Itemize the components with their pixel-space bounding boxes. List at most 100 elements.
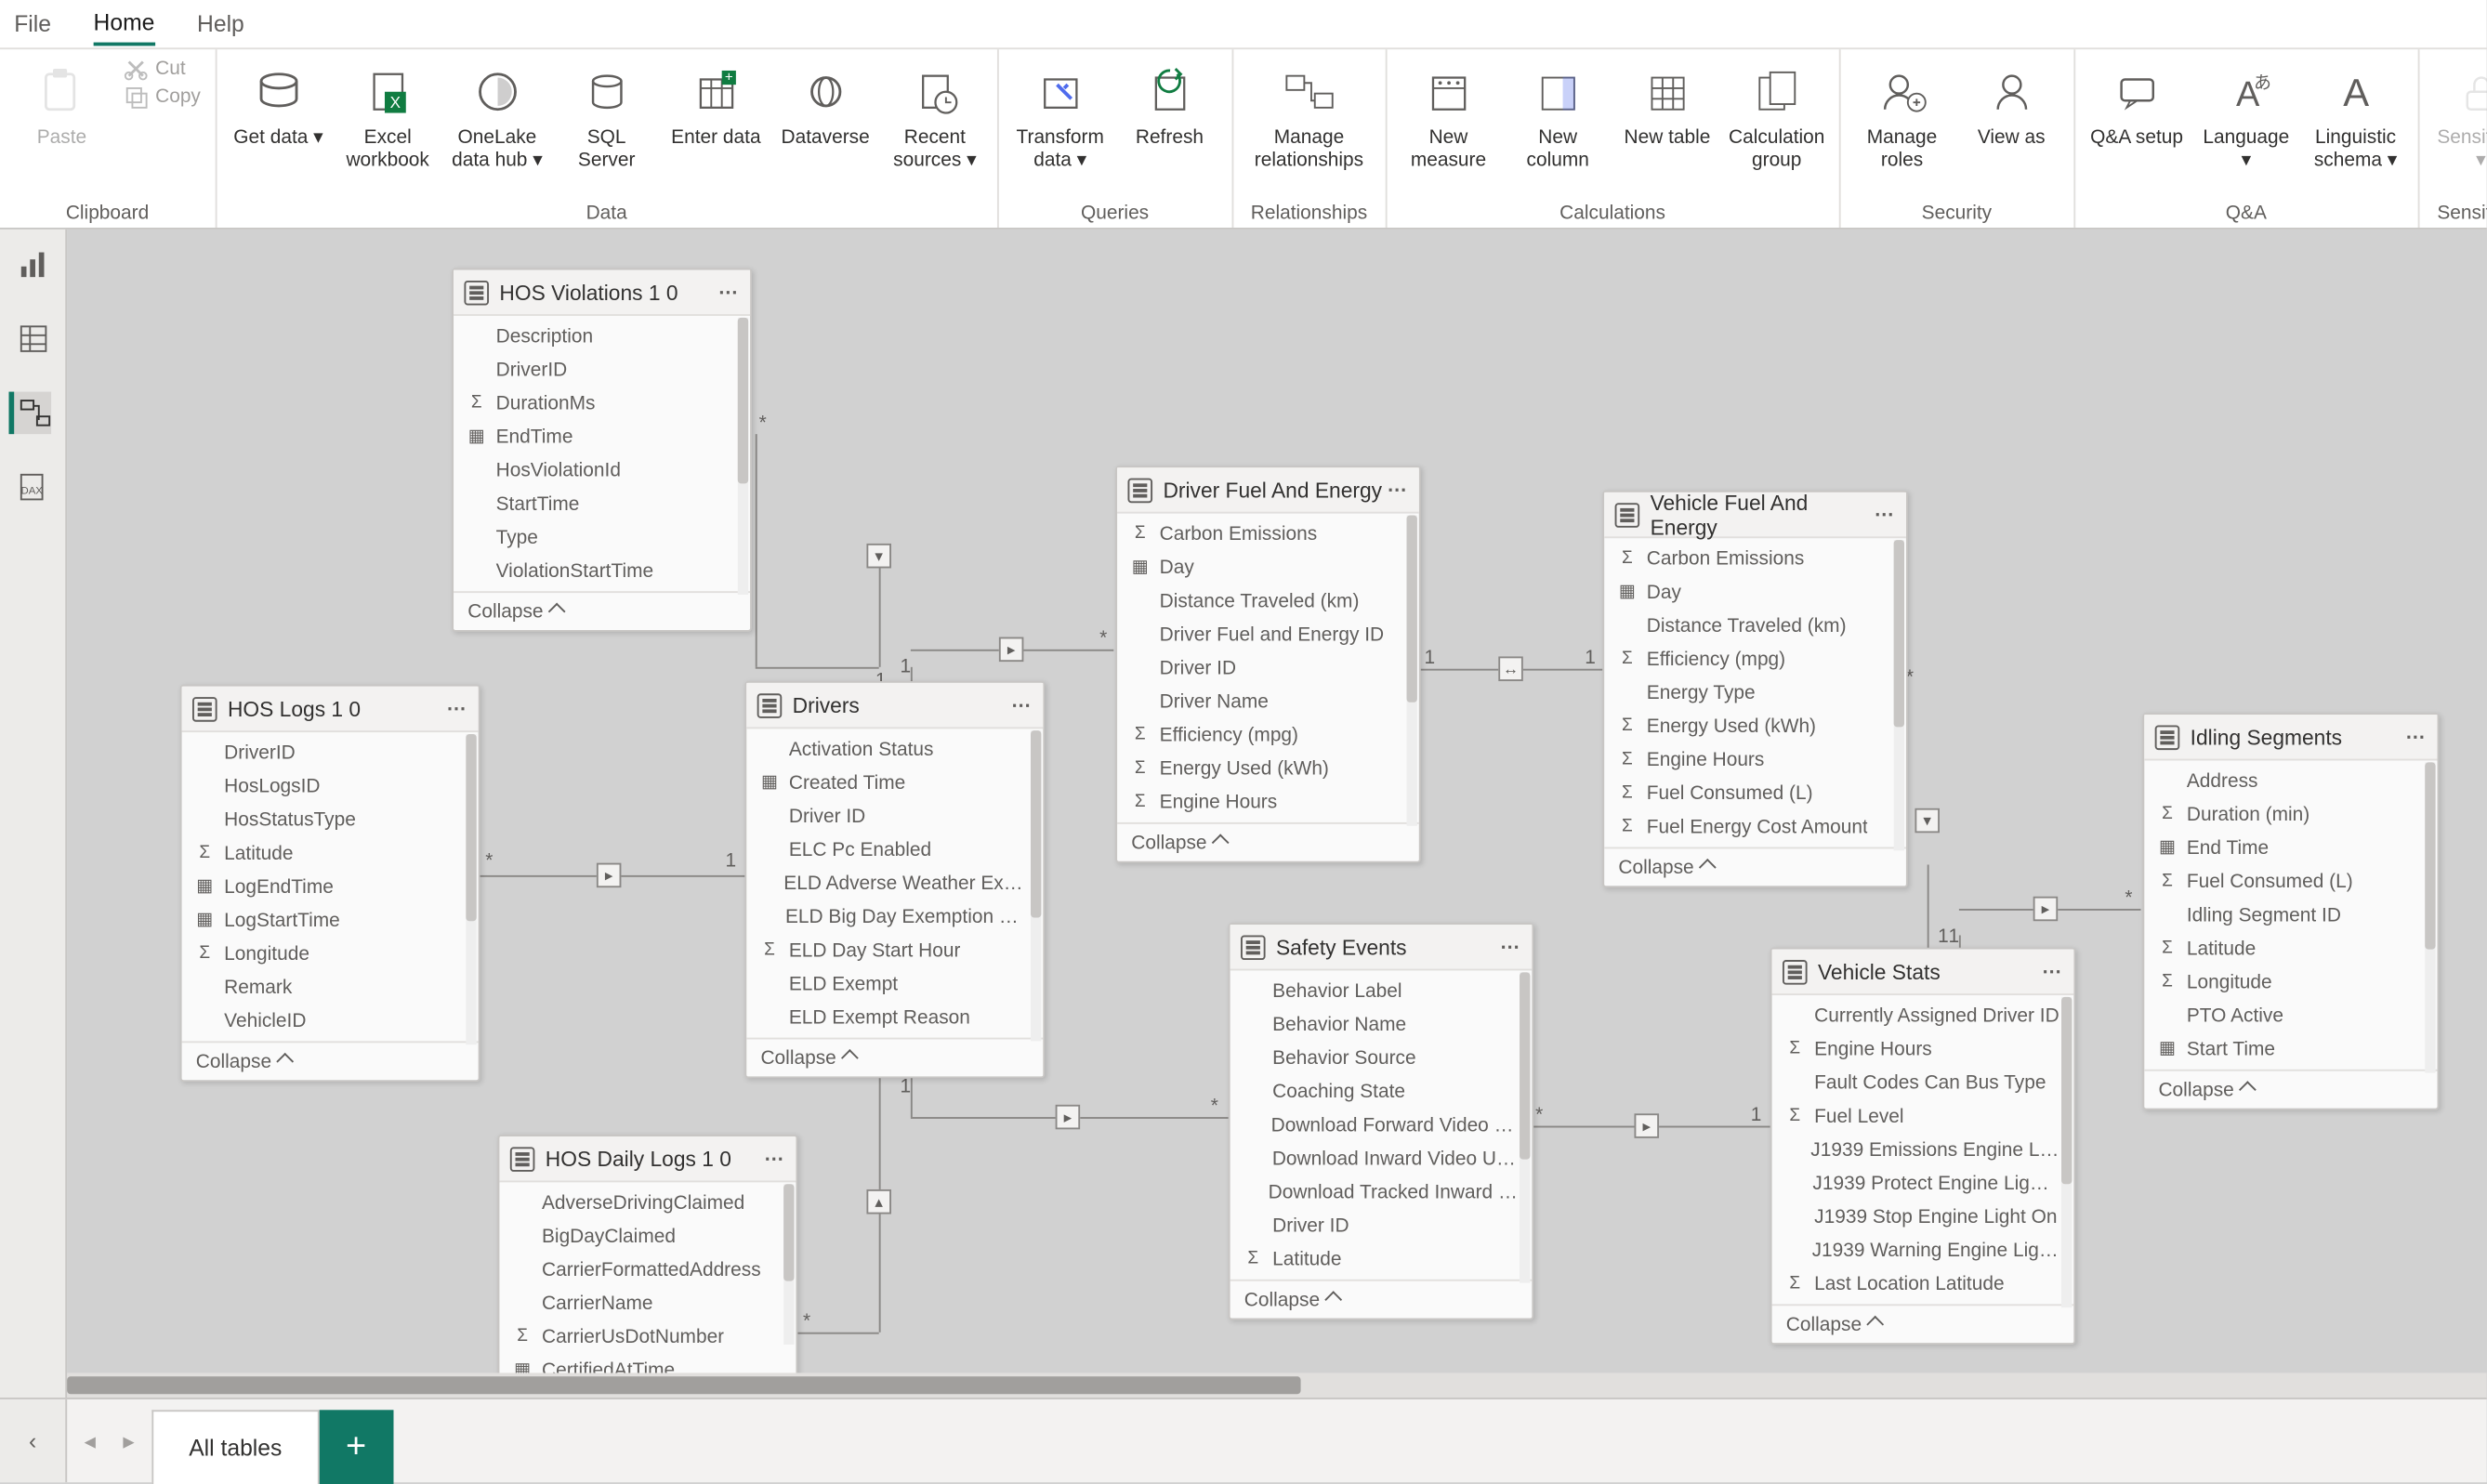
table-field[interactable]: DriverID bbox=[454, 353, 750, 387]
table-scrollbar[interactable] bbox=[1031, 730, 1041, 1041]
table-more-button[interactable]: ⋯ bbox=[446, 697, 467, 720]
table-scrollbar[interactable] bbox=[466, 734, 476, 1044]
table-field[interactable]: J1939 Emissions Engine Light On bbox=[1772, 1133, 2074, 1166]
table-field[interactable]: ▦ LogStartTime bbox=[182, 903, 479, 937]
table-field[interactable]: Σ Fuel Consumed (L) bbox=[1604, 777, 1906, 810]
table-scrollbar[interactable] bbox=[738, 318, 748, 595]
scrollbar-thumb[interactable] bbox=[2061, 997, 2072, 1184]
table-scrollbar[interactable] bbox=[1407, 516, 1417, 826]
excel-workbook-button[interactable]: XExcel workbook bbox=[340, 57, 436, 173]
page-prev-button[interactable]: ◂ bbox=[74, 1425, 106, 1456]
canvas-horizontal-scrollbar[interactable] bbox=[67, 1372, 2487, 1398]
table-field[interactable]: Σ Longitude bbox=[2144, 965, 2437, 999]
collapse-pane-button[interactable]: ‹ bbox=[0, 1399, 67, 1482]
table-field[interactable]: ELD Big Day Exemption Enabled bbox=[746, 900, 1043, 933]
collapse-button[interactable]: Collapse bbox=[746, 1038, 1043, 1077]
table-field[interactable]: Download Forward Video URL bbox=[1230, 1109, 1533, 1142]
table-field[interactable]: Σ Engine Hours bbox=[1117, 785, 1419, 819]
table-field[interactable]: Σ Engine Hours bbox=[1604, 742, 1906, 776]
table-field[interactable]: Driver ID bbox=[1230, 1209, 1533, 1242]
report-view-button[interactable] bbox=[11, 243, 54, 286]
table-field[interactable]: Σ Efficiency (mpg) bbox=[1604, 642, 1906, 676]
collapse-button[interactable]: Collapse bbox=[1772, 1304, 2074, 1343]
table-field[interactable]: Σ CarrierUsDotNumber bbox=[499, 1320, 796, 1353]
cut-button[interactable]: Cut bbox=[124, 57, 201, 82]
table-field[interactable]: ELD Exempt Reason bbox=[746, 1001, 1043, 1034]
table-field[interactable]: Download Inward Video URL bbox=[1230, 1142, 1533, 1175]
tab-home[interactable]: Home bbox=[94, 2, 155, 46]
table-idling-segments[interactable]: Idling Segments ⋯ Address Σ Duration (mi… bbox=[2142, 713, 2439, 1110]
view-as-button[interactable]: View as bbox=[1964, 57, 2059, 151]
table-more-button[interactable]: ⋯ bbox=[2042, 960, 2063, 983]
table-field[interactable]: J1939 Warning Engine Light On bbox=[1772, 1233, 2074, 1267]
dax-view-button[interactable]: DAX bbox=[11, 466, 54, 508]
table-field[interactable]: BigDayClaimed bbox=[499, 1219, 796, 1253]
table-scrollbar[interactable] bbox=[2061, 997, 2072, 1307]
scrollbar-thumb[interactable] bbox=[2425, 762, 2435, 949]
table-field[interactable]: Σ Carbon Emissions bbox=[1117, 517, 1419, 550]
manage-roles-button[interactable]: Manage roles bbox=[1854, 57, 1950, 173]
table-field[interactable]: Behavior Source bbox=[1230, 1041, 1533, 1074]
table-field[interactable]: Distance Traveled (km) bbox=[1604, 609, 1906, 642]
table-header[interactable]: HOS Violations 1 0 ⋯ bbox=[454, 270, 750, 316]
table-header[interactable]: Vehicle Fuel And Energy ⋯ bbox=[1604, 492, 1906, 538]
table-drivers[interactable]: Drivers ⋯ Activation Status ▦ Created Ti… bbox=[744, 681, 1045, 1078]
table-field[interactable]: Σ ELD Day Start Hour bbox=[746, 934, 1043, 967]
scrollbar-thumb[interactable] bbox=[738, 318, 748, 484]
table-field[interactable]: Description bbox=[454, 320, 750, 353]
table-hos-violations[interactable]: HOS Violations 1 0 ⋯ Description DriverI… bbox=[452, 269, 752, 632]
add-page-button[interactable]: + bbox=[319, 1410, 393, 1484]
table-field[interactable]: Σ Fuel Energy Cost Amount bbox=[1604, 810, 1906, 844]
linguistic-schema-button[interactable]: ALinguistic schema ▾ bbox=[2308, 57, 2403, 173]
tab-help[interactable]: Help bbox=[197, 4, 244, 45]
copy-button[interactable]: Copy bbox=[124, 85, 201, 110]
collapse-button[interactable]: Collapse bbox=[1117, 822, 1419, 861]
table-field[interactable]: ▦ End Time bbox=[2144, 831, 2437, 864]
table-field[interactable]: Driver ID bbox=[746, 799, 1043, 833]
collapse-button[interactable]: Collapse bbox=[1604, 847, 1906, 886]
table-more-button[interactable]: ⋯ bbox=[1875, 503, 1896, 526]
table-field[interactable]: Σ DurationMs bbox=[454, 387, 750, 420]
table-header[interactable]: Vehicle Stats ⋯ bbox=[1772, 950, 2074, 995]
table-field[interactable]: Σ Fuel Consumed (L) bbox=[2144, 865, 2437, 899]
sql-server-button[interactable]: SQL Server bbox=[559, 57, 654, 173]
table-driver-fuel[interactable]: Driver Fuel And Energy ⋯ Σ Carbon Emissi… bbox=[1115, 466, 1421, 862]
table-more-button[interactable]: ⋯ bbox=[718, 281, 740, 304]
onelake-button[interactable]: OneLake data hub ▾ bbox=[450, 57, 546, 173]
table-header[interactable]: HOS Logs 1 0 ⋯ bbox=[182, 687, 479, 732]
table-field[interactable]: Driver Fuel and Energy ID bbox=[1117, 618, 1419, 651]
table-field[interactable]: Driver ID bbox=[1117, 651, 1419, 685]
recent-sources-button[interactable]: Recent sources ▾ bbox=[888, 57, 983, 173]
table-field[interactable]: Fault Codes Can Bus Type bbox=[1772, 1066, 2074, 1099]
table-field[interactable]: ViolationStartTime bbox=[454, 554, 750, 587]
table-field[interactable]: ▦ Day bbox=[1604, 575, 1906, 609]
table-field[interactable]: ▦ Start Time bbox=[2144, 1032, 2437, 1066]
table-field[interactable]: Activation Status bbox=[746, 732, 1043, 766]
table-field[interactable]: Σ Carbon Emissions bbox=[1604, 542, 1906, 575]
table-safety-events[interactable]: Safety Events ⋯ Behavior Label Behavior … bbox=[1229, 923, 1534, 1320]
table-field[interactable]: PTO Active bbox=[2144, 999, 2437, 1032]
model-view-button[interactable] bbox=[8, 392, 51, 435]
table-hos-daily[interactable]: HOS Daily Logs 1 0 ⋯ AdverseDrivingClaim… bbox=[498, 1135, 798, 1382]
table-header[interactable]: Drivers ⋯ bbox=[746, 683, 1043, 729]
table-hos-logs[interactable]: HOS Logs 1 0 ⋯ DriverID HosLogsID HosSta… bbox=[180, 685, 480, 1082]
page-tab-all-tables[interactable]: All tables bbox=[151, 1410, 319, 1484]
table-field[interactable]: AdverseDrivingClaimed bbox=[499, 1186, 796, 1219]
new-table-button[interactable]: New table bbox=[1620, 57, 1716, 151]
table-field[interactable]: Σ Efficiency (mpg) bbox=[1117, 718, 1419, 752]
table-field[interactable]: Σ Latitude bbox=[182, 836, 479, 870]
table-field[interactable]: HosLogsID bbox=[182, 769, 479, 803]
calculation-group-button[interactable]: Calculation group bbox=[1729, 57, 1824, 173]
scrollbar-thumb[interactable] bbox=[1407, 516, 1417, 703]
table-field[interactable]: Σ Latitude bbox=[1230, 1242, 1533, 1276]
paste-button[interactable]: Paste bbox=[14, 57, 110, 151]
table-field[interactable]: Σ Longitude bbox=[182, 937, 479, 970]
transform-data-button[interactable]: Transform data ▾ bbox=[1012, 57, 1108, 173]
model-canvas[interactable]: ▾ * 1 ▸ * 1 ▸ 1 * ▸ 1 * ▴ * ↔ 1 1 ▸ * 1 bbox=[67, 230, 2487, 1398]
collapse-button[interactable]: Collapse bbox=[1230, 1280, 1533, 1319]
table-field[interactable]: Coaching State bbox=[1230, 1074, 1533, 1108]
table-field[interactable]: Driver Name bbox=[1117, 685, 1419, 718]
table-more-button[interactable]: ⋯ bbox=[764, 1147, 785, 1170]
new-column-button[interactable]: New column bbox=[1510, 57, 1606, 173]
table-scrollbar[interactable] bbox=[2425, 762, 2435, 1072]
